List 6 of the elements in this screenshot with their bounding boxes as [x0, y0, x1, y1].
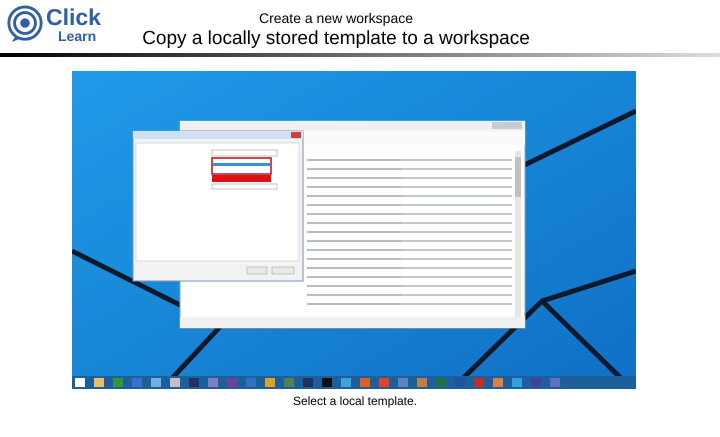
slide-title: Create a new workspace	[258, 9, 414, 27]
logo-icon	[6, 4, 44, 44]
caption: Select a local template.	[292, 394, 418, 408]
slide-subtitle: Copy a locally stored template to a workspace	[142, 27, 530, 51]
logo-word: Learn	[57, 28, 98, 42]
logo-word: Click	[46, 6, 101, 28]
